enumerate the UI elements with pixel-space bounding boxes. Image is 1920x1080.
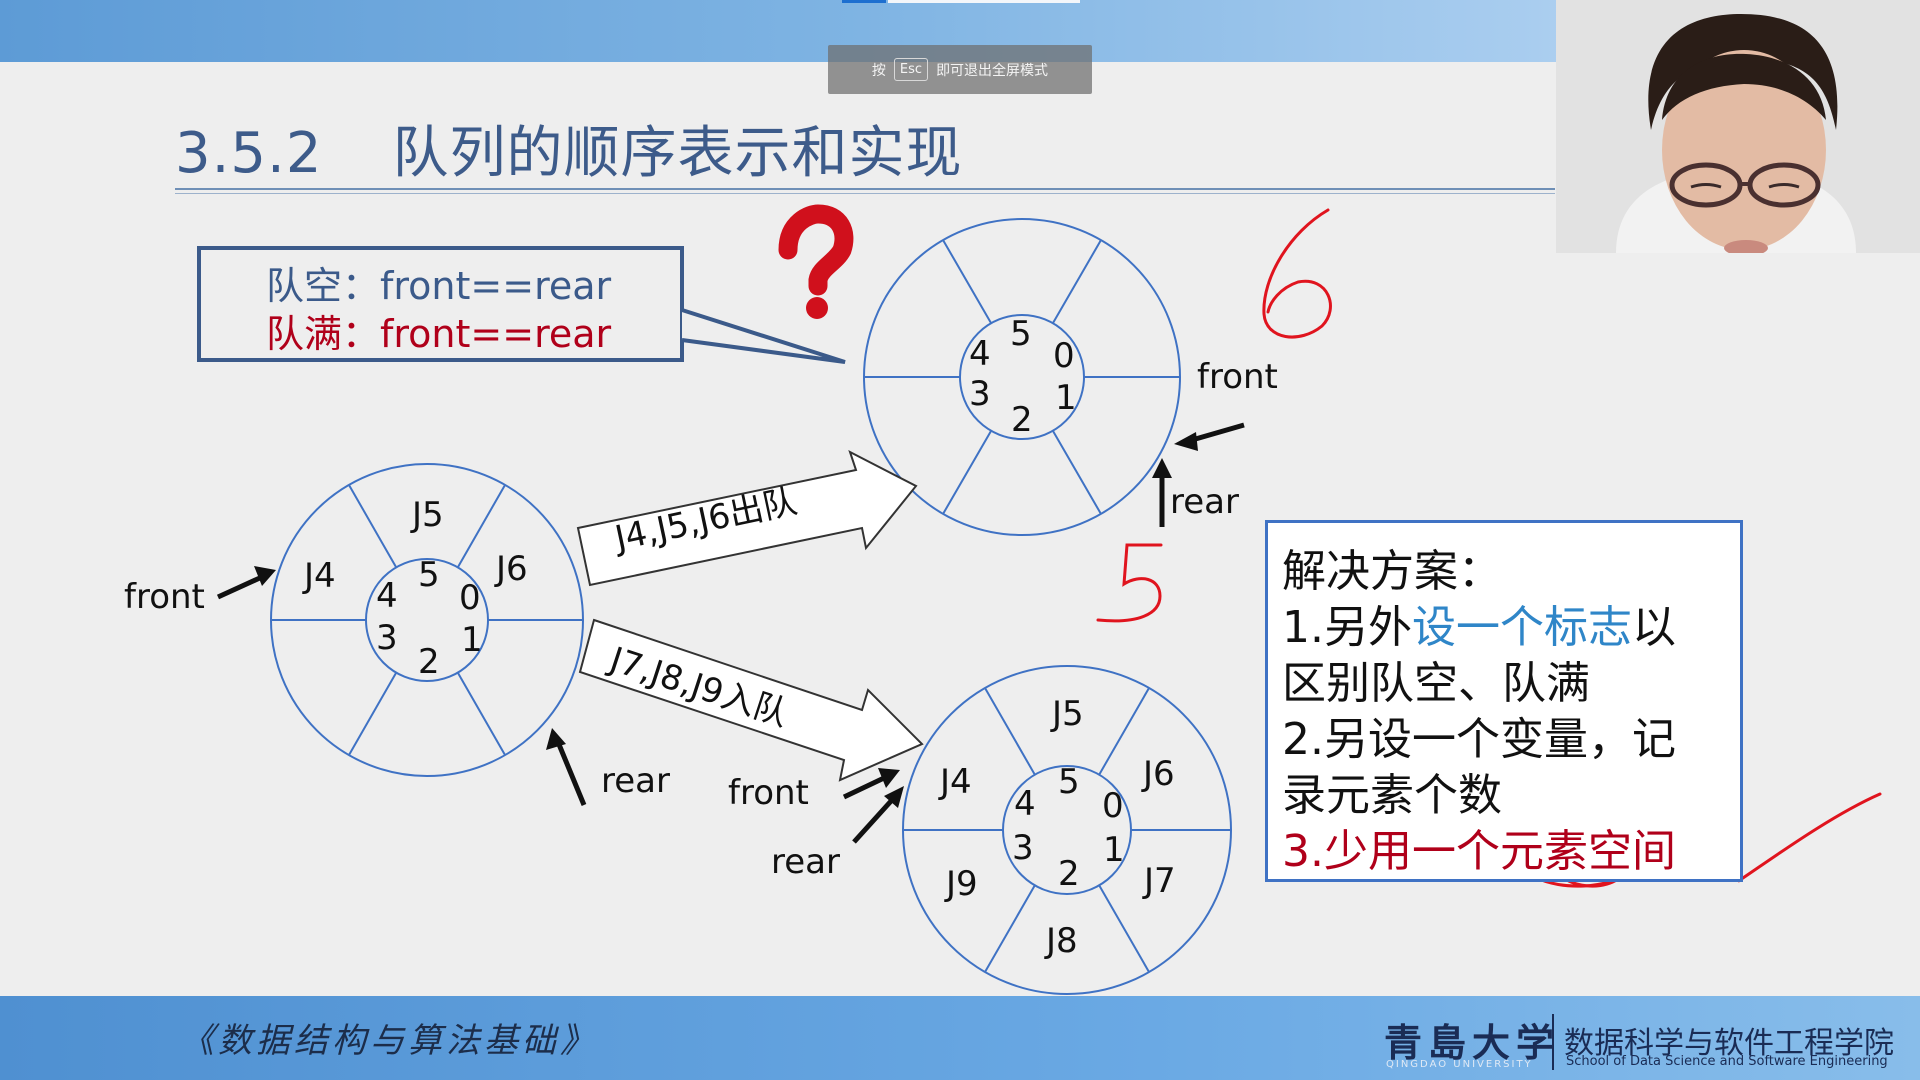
school-name-en: School of Data Science and Software Engi… <box>1566 1054 1888 1069</box>
left-index-3: 3 <box>376 618 398 658</box>
empty-label: 队空： <box>266 264 381 308</box>
full-condition: front==rear <box>380 312 612 356</box>
university-name-en: QINGDAO UNIVERSITY <box>1386 1059 1533 1070</box>
question-mark-icon <box>778 204 854 319</box>
bottom-slot-lower-left: J9 <box>946 864 978 904</box>
left-index-2: 2 <box>418 642 440 682</box>
course-title: 《数据结构与算法基础》 <box>180 1021 598 1061</box>
footer-divider <box>1552 1014 1554 1070</box>
webcam-feed <box>1556 0 1920 253</box>
left-slot-top: J5 <box>412 495 444 535</box>
left-slot-upper-left: J4 <box>304 556 336 596</box>
solution-line-1b: 设一个标志 <box>1411 602 1632 653</box>
bottom-index-5: 5 <box>1058 762 1080 802</box>
queue-empty-condition: 队空：front==rear <box>266 255 611 310</box>
bottom-index-3: 3 <box>1012 828 1034 868</box>
left-slot-upper-right: J6 <box>496 549 528 589</box>
solution-line-2: 区别队空、队满 <box>1282 658 1590 709</box>
empty-condition: front==rear <box>380 264 612 308</box>
top-index-1: 1 <box>1055 378 1077 418</box>
top-rear-label: rear <box>1170 482 1239 522</box>
top-index-3: 3 <box>969 374 991 414</box>
bottom-slot-lower-right: J7 <box>1144 861 1176 901</box>
solution-line-4: 录元素个数 <box>1282 770 1502 821</box>
top-index-0: 0 <box>1053 336 1075 376</box>
left-rear-label: rear <box>601 761 670 801</box>
solution-line-5: 3.少用一个元素空间 <box>1282 826 1676 877</box>
solution-line-1a: 1.另外 <box>1282 602 1412 653</box>
bottom-slot-upper-left: J4 <box>940 762 972 802</box>
bottom-front-label: front <box>728 773 809 813</box>
bottom-index-0: 0 <box>1102 786 1124 826</box>
top-index-5: 5 <box>1010 314 1032 354</box>
solution-line-3: 2.另设一个变量，记 <box>1282 714 1676 765</box>
queue-full-condition: 队满：front==rear <box>266 303 611 358</box>
top-index-2: 2 <box>1011 400 1033 440</box>
bottom-slot-upper-right: J6 <box>1143 754 1175 794</box>
bottom-index-4: 4 <box>1014 784 1036 824</box>
left-index-4: 4 <box>376 576 398 616</box>
solution-line-1c: 以 <box>1631 602 1676 653</box>
bottom-slot-bottom: J8 <box>1046 921 1078 961</box>
full-label: 队满： <box>266 312 381 356</box>
solution-box: 解决方案： 1.另外设一个标志以 区别队空、队满 2.另设一个变量，记 录元素个… <box>1265 520 1743 882</box>
bottom-rear-label: rear <box>771 842 840 882</box>
left-index-1: 1 <box>461 620 483 660</box>
left-index-5: 5 <box>418 555 440 595</box>
bottom-slot-top: J5 <box>1052 694 1084 734</box>
top-front-label: front <box>1197 357 1278 397</box>
top-index-4: 4 <box>969 334 991 374</box>
bottom-index-1: 1 <box>1103 830 1125 870</box>
solution-line-1: 1.另外设一个标志以 <box>1282 591 1676 655</box>
solution-title: 解决方案： <box>1282 546 1502 597</box>
presenter-video <box>1556 0 1920 253</box>
left-front-label: front <box>124 577 205 617</box>
left-index-0: 0 <box>459 578 481 618</box>
bottom-index-2: 2 <box>1058 854 1080 894</box>
